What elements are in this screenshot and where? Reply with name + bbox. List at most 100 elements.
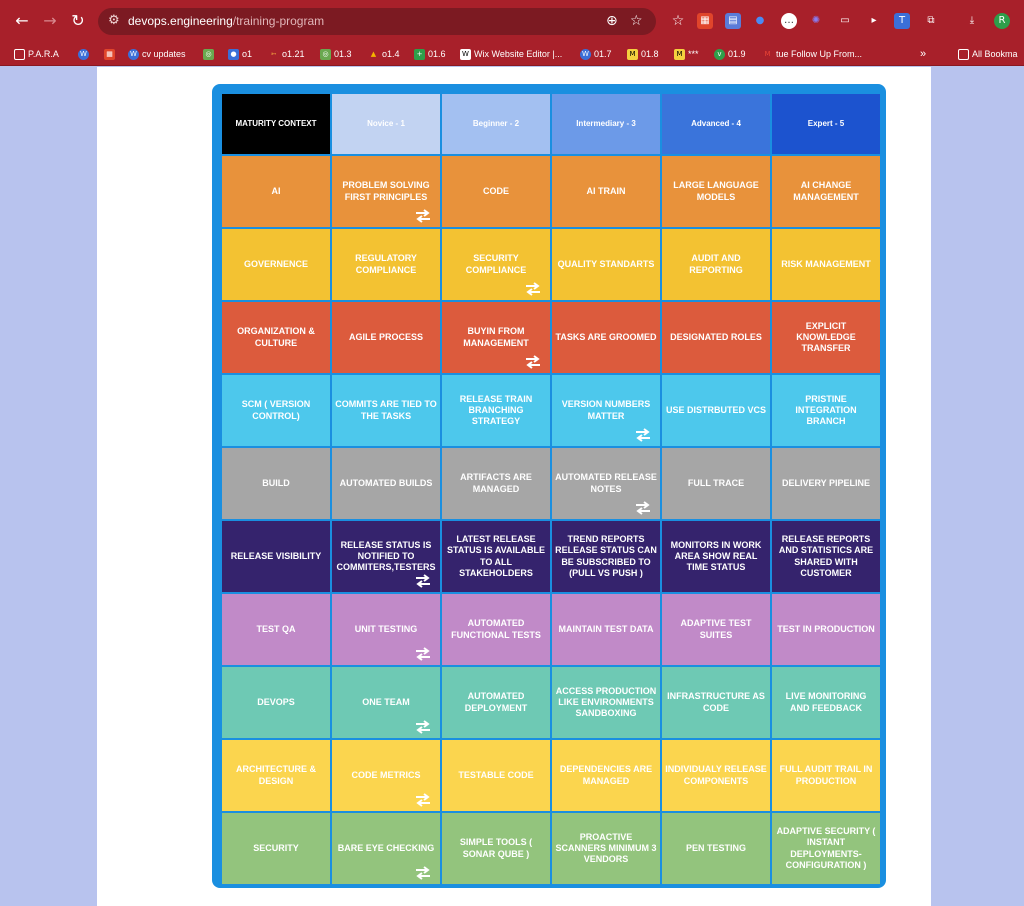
matrix-cell-text: REGULATORY COMPLIANCE: [355, 253, 417, 275]
zoom-icon[interactable]: ⊕: [606, 13, 618, 29]
swap-arrows-icon: [416, 209, 430, 223]
page-content: MATURITY CONTEXT Novice - 1 Beginner - 2 In…: [97, 67, 931, 906]
matrix-cell-text: GOVERNENCE: [243, 258, 308, 269]
extension-dot-icon[interactable]: ●: [752, 13, 768, 29]
matrix-cell: FULL TRACE: [662, 448, 770, 519]
forward-arrow-icon[interactable]: →: [40, 11, 60, 31]
matrix-cell-text: AGILE PROCESS: [348, 331, 423, 342]
matrix-cell-text: UNIT TESTING: [354, 623, 418, 634]
extension-chat-icon[interactable]: …: [781, 13, 797, 29]
address-bar[interactable]: ⚙ devops.engineering/training-program ⊕ …: [98, 8, 656, 35]
bookmark-tue-follow-up[interactable]: Mtue Follow Up From...: [762, 46, 862, 62]
matrix-row-label: DEVOPS: [222, 667, 330, 738]
matrix-cell: EXPLICIT KNOWLEDGE TRANSFER: [772, 302, 880, 373]
folder-icon: [958, 48, 969, 60]
matrix-cell: DEPENDENCIES ARE MANAGED: [552, 740, 660, 811]
matrix-cell-text: TEST QA: [256, 623, 296, 634]
extension-window-icon[interactable]: ▭: [837, 13, 853, 29]
bookmark-019[interactable]: v 01.9: [714, 46, 746, 62]
matrix-cell-text: ARCHITECTURE & DESIGN: [236, 764, 316, 786]
bookmark-gpt[interactable]: ◎: [203, 46, 214, 62]
matrix-cell: USE DISTRBUTED VCS: [662, 375, 770, 446]
matrix-cell-text: TEST IN PRODUCTION: [777, 623, 875, 634]
bookmarks-bar: P.A.R.A W ▦ Wcv updates ◎ ● o1 ➳ o1.21 ◎ 01…: [0, 42, 1024, 66]
matrix-cell-text: ONE TEAM: [362, 696, 410, 707]
matrix-cell-text: PROACTIVE SCANNERS minimum 3 vendors: [555, 831, 657, 865]
matrix-cell-text: QUALITY STANDARTS: [557, 258, 655, 269]
swap-arrows-icon: [526, 355, 540, 369]
matrix-cell: MONITORS IN WORK AREA SHOW REAL TIME STA…: [662, 521, 770, 592]
profile-avatar-icon[interactable]: R: [994, 13, 1010, 29]
matrix-header-context: MATURITY CONTEXT: [222, 94, 330, 154]
matrix-cell: DELIVERY PIPELINE: [772, 448, 880, 519]
arrow-icon: ➳: [270, 49, 277, 58]
openai-icon: ◎: [320, 48, 331, 60]
matrix-cell: VERSION NUMBERS MATTER: [552, 375, 660, 446]
matrix-cell-text: ORGANIZATION & CULTURE: [237, 326, 315, 348]
openai-icon: ◎: [203, 48, 214, 60]
matrix-cell: AI TRAIN: [552, 156, 660, 227]
extension-chart-icon[interactable]: ▦: [697, 13, 713, 29]
url-text[interactable]: devops.engineering/training-program: [128, 14, 324, 28]
matrix-cell-text: PEN TESTING: [685, 842, 746, 853]
bookmark-o1[interactable]: ● o1: [228, 46, 252, 62]
matrix-cell-text: AI: [271, 185, 281, 196]
extension-gear-icon[interactable]: ✺: [808, 13, 824, 29]
matrix-header-level-4: Advanced - 4: [662, 94, 770, 154]
matrix-cell-text: USE DISTRBUTED VCS: [665, 404, 766, 415]
reload-icon[interactable]: ↻: [68, 11, 88, 31]
bookmark-018[interactable]: M 01.8: [627, 46, 659, 62]
matrix-cell-text: AI CHANGE MANAGEMENT: [793, 180, 859, 202]
matrix-cell-text: FULL TRACE: [687, 477, 745, 488]
matrix-cell-text: TREND REPORTS RELEASE STATUS CAN BE SUBS…: [555, 534, 657, 578]
matrix-cell-text: AUTOMATED FUNCTIONAL TESTS: [451, 618, 541, 640]
bookmark-star-icon[interactable]: ☆: [630, 13, 643, 29]
matrix-cell: AUTOMATED DEPLOYMENT: [442, 667, 550, 738]
extensions-puzzle-icon[interactable]: ⧉: [923, 13, 939, 29]
matrix-cell-text: RELEASE REPORTS AND STATISTICS ARE SHARE…: [778, 534, 874, 578]
matrix-cell: FULL AUDIT TRAIL IN PRODUCTION: [772, 740, 880, 811]
matrix-cell-text: SCM ( VERSION CONTROL): [241, 399, 311, 421]
matrix-cell-text: PRISTINE INTEGRATION BRANCH: [795, 393, 857, 427]
matrix-cell-text: DELIVERY PIPELINE: [781, 477, 871, 488]
miro-icon: M: [674, 48, 685, 60]
back-arrow-icon[interactable]: ←: [12, 11, 32, 31]
download-icon[interactable]: ⤓: [964, 13, 980, 29]
matrix-cell: ADAPTIVE SECURITY ( INSTANT DEPLOYMENTS-…: [772, 813, 880, 884]
bookmark-o14[interactable]: ▲ o1.4: [368, 46, 400, 62]
matrix-row-label: TEST QA: [222, 594, 330, 665]
bookmark-017[interactable]: W 01.7: [580, 46, 612, 62]
matrix-cell-text: ADAPTIVE SECURITY ( INSTANT DEPLOYMENTS-…: [776, 826, 876, 870]
bookmark-013[interactable]: ◎ 01.3: [320, 46, 352, 62]
matrix-cell-text: AUTOMATED BUILDS: [339, 477, 433, 488]
bookmark-chart[interactable]: ▦: [104, 46, 115, 62]
bookmark-016[interactable]: +01.6: [414, 46, 446, 62]
site-info-icon[interactable]: ⚙: [108, 13, 120, 28]
bookmark-cv-updates[interactable]: Wcv updates: [128, 46, 186, 62]
bookmark-para[interactable]: P.A.R.A: [14, 46, 59, 62]
bookmark-o121[interactable]: ➳ o1.21: [268, 46, 305, 62]
extension-cursor-icon[interactable]: ▸: [866, 13, 882, 29]
matrix-cell: RELEASE REPORTS AND STATISTICS ARE SHARE…: [772, 521, 880, 592]
matrix-cell-text: SIMPLE TOOLS ( SONAR QUBE ): [459, 837, 533, 859]
matrix-cell: REGULATORY COMPLIANCE: [332, 229, 440, 300]
bookmark-wix[interactable]: W Wix Website Editor |...: [460, 46, 562, 62]
matrix-cell: TASKS ARE GROOMED: [552, 302, 660, 373]
bookmark-wordpress-1[interactable]: W: [78, 46, 89, 62]
extension-calendar-icon[interactable]: ▤: [725, 13, 741, 29]
matrix-cell: PROBLEM SOLVING FIRST PRINCIPLES: [332, 156, 440, 227]
bookmark-all-bookmarks[interactable]: All Bookma: [958, 46, 1018, 62]
wordpress-icon: W: [128, 48, 139, 60]
swap-arrows-icon: [416, 866, 430, 880]
matrix-cell-text: AUTOMATED DEPLOYMENT: [464, 691, 528, 713]
swap-arrows-icon: [416, 720, 430, 734]
matrix-cell: DESIGNATED ROLES: [662, 302, 770, 373]
more-bookmarks-chevron-icon[interactable]: »: [920, 46, 926, 62]
matrix-cell-text: COMMITS ARE TIED TO THE TASKS: [335, 399, 437, 421]
matrix-cell: AGILE PROCESS: [332, 302, 440, 373]
gmail-icon: M: [764, 49, 771, 58]
extension-t-icon[interactable]: T: [894, 13, 910, 29]
star-icon[interactable]: ☆: [670, 13, 686, 29]
matrix-header-level-2: Beginner - 2: [442, 94, 550, 154]
bookmark-stars[interactable]: M ***: [674, 46, 699, 62]
